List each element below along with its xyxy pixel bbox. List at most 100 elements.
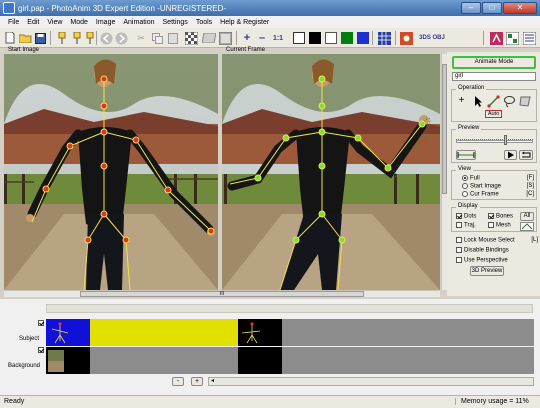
menu-help-register[interactable]: Help & Register: [216, 19, 273, 26]
mesh-color-swatch[interactable]: [520, 222, 534, 231]
lock-mouse-checkbox[interactable]: [456, 237, 462, 243]
zoom-actual-button[interactable]: 1:1: [270, 31, 286, 45]
background-track-checkbox[interactable]: [38, 347, 44, 353]
view-full-option[interactable]: Full [F]: [462, 175, 534, 182]
view-full-radio[interactable]: [462, 175, 468, 181]
subject-track-checkbox[interactable]: [38, 320, 44, 326]
view-full-key: [F]: [527, 175, 534, 181]
auto-button[interactable]: Auto: [485, 110, 502, 118]
pin-add-icon[interactable]: [70, 31, 84, 45]
preview-range-button[interactable]: [456, 150, 476, 160]
mode-edit-icon[interactable]: [505, 31, 519, 45]
texture-icon[interactable]: [218, 31, 232, 45]
background-keyframe-current[interactable]: [238, 347, 282, 374]
object-name-field[interactable]: girl: [452, 72, 536, 81]
menu-image[interactable]: Image: [92, 19, 119, 26]
redo-icon[interactable]: [114, 31, 128, 45]
color-swatch-green[interactable]: [340, 31, 354, 45]
disable-bindings-option[interactable]: Disable Bindings: [456, 247, 509, 254]
frame-icon[interactable]: [292, 31, 306, 45]
play-icon[interactable]: [504, 150, 517, 160]
view-start-option[interactable]: Start Image [S]: [462, 183, 534, 190]
timeline-scrollbar[interactable]: ◂: [208, 377, 534, 386]
new-file-icon[interactable]: [3, 31, 17, 45]
lock-mouse-option[interactable]: Lock Mouse Select [L]: [456, 237, 538, 244]
view-start-radio[interactable]: [462, 183, 468, 189]
subject-track-label: Subject: [19, 336, 40, 342]
background-keyframe-start[interactable]: [46, 347, 90, 374]
paste-icon[interactable]: [166, 31, 180, 45]
timeline-scroll-left-icon[interactable]: ◂: [211, 378, 214, 385]
current-frame-viewport[interactable]: [222, 54, 440, 290]
preview-slider-thumb[interactable]: [504, 135, 507, 145]
bone-tool-icon[interactable]: [487, 95, 500, 108]
mesh-grid-icon[interactable]: [377, 31, 391, 45]
lasso-icon[interactable]: [503, 95, 516, 108]
menu-edit[interactable]: Edit: [23, 19, 43, 26]
menu-view[interactable]: View: [43, 19, 66, 26]
menu-tools[interactable]: Tools: [192, 19, 216, 26]
pin-icon[interactable]: [55, 31, 69, 45]
pin-remove-icon[interactable]: [83, 31, 97, 45]
loop-icon[interactable]: [519, 150, 533, 160]
dots-checkbox[interactable]: [456, 213, 462, 219]
mesh-option[interactable]: Mesh: [488, 222, 511, 229]
save-icon[interactable]: [33, 31, 47, 45]
zoom-in-icon[interactable]: +: [240, 31, 254, 45]
bones-label: Bones: [496, 213, 514, 220]
bones-option[interactable]: Bones: [488, 213, 513, 220]
display-title: Display: [456, 203, 480, 209]
mesh-tool-icon[interactable]: [519, 95, 532, 108]
menu-mode[interactable]: Mode: [66, 19, 92, 26]
preview-slider[interactable]: [456, 140, 533, 143]
use-perspective-checkbox[interactable]: [456, 257, 462, 263]
color-swatch-black[interactable]: [308, 31, 322, 45]
anim3d-icon[interactable]: [399, 31, 413, 45]
background-track[interactable]: [46, 347, 534, 374]
3ds-obj-export-button[interactable]: 3DS OBJ: [416, 31, 448, 45]
view-start-key: [S]: [526, 183, 534, 189]
horizontal-scroll-thumb[interactable]: III: [80, 291, 364, 297]
subject-track[interactable]: [46, 319, 534, 346]
add-point-icon[interactable]: +: [455, 95, 468, 108]
color-swatch-blue[interactable]: [356, 31, 370, 45]
subject-keyframe-start[interactable]: [46, 319, 90, 346]
start-image-label: Start Image: [8, 47, 40, 53]
subject-keyframe-current[interactable]: [238, 319, 282, 346]
menu-file[interactable]: File: [4, 19, 23, 26]
timeline-ruler[interactable]: [46, 304, 533, 313]
all-button[interactable]: All: [520, 212, 534, 221]
3d-preview-button[interactable]: 3D Preview: [470, 266, 504, 276]
cut-icon[interactable]: ✂: [134, 31, 148, 45]
color-swatch-white[interactable]: [324, 31, 338, 45]
checker-icon[interactable]: [184, 31, 198, 45]
disable-bindings-checkbox[interactable]: [456, 247, 462, 253]
view-cur-option[interactable]: Cur Frame [C]: [462, 191, 534, 198]
copy-icon[interactable]: [150, 31, 164, 45]
grid-flat-icon[interactable]: [202, 31, 216, 45]
mode-view-icon[interactable]: [522, 31, 536, 45]
mode-animate-icon[interactable]: [489, 31, 503, 45]
timeline-zoom-in-button[interactable]: +: [191, 377, 203, 386]
subject-tween-segment[interactable]: [90, 319, 238, 346]
close-button[interactable]: ✕: [503, 2, 537, 14]
use-perspective-option[interactable]: Use Perspective: [456, 257, 508, 264]
minimize-button[interactable]: –: [461, 2, 481, 14]
start-image-viewport[interactable]: [4, 54, 218, 290]
timeline-zoom-out-button[interactable]: -: [172, 377, 184, 386]
maximize-button[interactable]: □: [482, 2, 502, 14]
undo-icon[interactable]: [99, 31, 113, 45]
menu-animation[interactable]: Animation: [119, 19, 158, 26]
select-arrow-icon[interactable]: [471, 95, 484, 108]
bones-checkbox[interactable]: [488, 213, 494, 219]
view-cur-radio[interactable]: [462, 191, 468, 197]
menu-settings[interactable]: Settings: [159, 19, 192, 26]
dots-option[interactable]: Dots: [456, 213, 476, 220]
animate-mode-button[interactable]: Animate Mode: [452, 56, 536, 69]
traj-checkbox[interactable]: [456, 222, 462, 228]
mesh-checkbox[interactable]: [488, 222, 494, 228]
open-folder-icon[interactable]: [18, 31, 32, 45]
horizontal-scrollbar[interactable]: III: [4, 290, 440, 297]
zoom-out-icon[interactable]: –: [255, 31, 269, 45]
traj-option[interactable]: Traj.: [456, 222, 476, 229]
